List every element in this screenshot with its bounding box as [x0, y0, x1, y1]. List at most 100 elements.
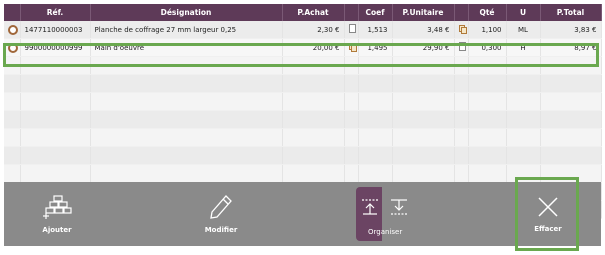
- empty-cell: [540, 92, 602, 111]
- empty-cell: [344, 128, 359, 147]
- empty-cell: [454, 164, 469, 183]
- empty-cell: [90, 146, 283, 165]
- empty-cell: [392, 92, 455, 111]
- empty-cell: [540, 146, 602, 165]
- organize-label: Organiser: [368, 228, 403, 236]
- col-coef-header[interactable]: Coef: [358, 4, 393, 21]
- pencil-icon: [210, 195, 232, 219]
- empty-cell: [282, 110, 345, 129]
- empty-cell: [4, 110, 21, 129]
- add-button[interactable]: Ajouter: [32, 182, 82, 246]
- empty-cell: [392, 128, 455, 147]
- empty-cell: [90, 92, 283, 111]
- empty-cell: [344, 110, 359, 129]
- empty-cell: [90, 110, 283, 129]
- add-label: Ajouter: [42, 226, 72, 234]
- empty-cell: [392, 164, 455, 183]
- col-qty-header[interactable]: Qté: [468, 4, 507, 21]
- col-ref-header[interactable]: Réf.: [20, 4, 91, 21]
- empty-cell: [358, 146, 393, 165]
- col-unit-note-header: [454, 4, 469, 21]
- radio-dot-icon[interactable]: [8, 24, 18, 35]
- empty-cell: [454, 146, 469, 165]
- col-unit-header[interactable]: U: [506, 4, 541, 21]
- empty-cell: [4, 128, 21, 147]
- empty-cell: [392, 74, 455, 93]
- empty-cell: [468, 164, 507, 183]
- empty-cell: [468, 110, 507, 129]
- total-cell: 3,83 €: [540, 21, 602, 39]
- empty-cell: [282, 128, 345, 147]
- unit-cell: ML: [506, 21, 541, 39]
- empty-table-row: [4, 146, 602, 165]
- empty-cell: [540, 74, 602, 93]
- document-icon[interactable]: [348, 24, 356, 33]
- unit-price-cell: 3,48 €: [392, 21, 455, 39]
- empty-cell: [344, 164, 359, 183]
- empty-cell: [506, 128, 541, 147]
- empty-cell: [344, 92, 359, 111]
- col-total-header[interactable]: P.Total: [540, 4, 602, 21]
- empty-cell: [90, 164, 283, 183]
- selected-row-highlight: [3, 43, 599, 67]
- empty-cell: [282, 92, 345, 111]
- empty-cell: [506, 92, 541, 111]
- empty-table-row: [4, 74, 602, 93]
- empty-table-row: [4, 128, 602, 147]
- unit-price-copy-cell[interactable]: [454, 21, 469, 39]
- empty-table-row: [4, 164, 602, 183]
- empty-cell: [20, 110, 91, 129]
- empty-cell: [20, 164, 91, 183]
- empty-cell: [540, 128, 602, 147]
- empty-cell: [4, 92, 21, 111]
- ref-cell: 1477110000003: [20, 21, 91, 39]
- empty-cell: [20, 128, 91, 147]
- move-up-icon[interactable]: [360, 197, 380, 217]
- empty-cell: [454, 74, 469, 93]
- empty-cell: [282, 164, 345, 183]
- col-purchase-price-header[interactable]: P.Achat: [282, 4, 345, 21]
- empty-cell: [20, 74, 91, 93]
- empty-cell: [468, 128, 507, 147]
- empty-cell: [358, 164, 393, 183]
- empty-cell: [454, 128, 469, 147]
- empty-cell: [344, 74, 359, 93]
- empty-cell: [20, 146, 91, 165]
- empty-cell: [454, 110, 469, 129]
- empty-cell: [454, 92, 469, 111]
- empty-cell: [392, 110, 455, 129]
- add-bricks-icon: [43, 195, 72, 219]
- col-designation-header[interactable]: Désignation: [90, 4, 283, 21]
- qty-cell: 1,100: [468, 21, 507, 39]
- move-down-icon[interactable]: [389, 197, 409, 217]
- empty-cell: [468, 74, 507, 93]
- designation-cell: Planche de coffrage 27 mm largeur 0,25: [90, 21, 283, 39]
- table-row[interactable]: 1477110000003 Planche de coffrage 27 mm …: [4, 21, 602, 39]
- empty-cell: [468, 146, 507, 165]
- empty-cell: [4, 164, 21, 183]
- organize-button[interactable]: Organiser: [356, 187, 414, 241]
- empty-cell: [282, 74, 345, 93]
- table-header-row: Réf. Désignation P.Achat Coef P.Unitaire…: [4, 4, 602, 21]
- empty-cell: [392, 146, 455, 165]
- empty-cell: [506, 146, 541, 165]
- empty-cell: [90, 128, 283, 147]
- col-unit-price-header[interactable]: P.Unitaire: [392, 4, 455, 21]
- col-select-header: [4, 4, 21, 21]
- edit-button[interactable]: Modifier: [196, 182, 246, 246]
- empty-cell: [358, 74, 393, 93]
- edit-label: Modifier: [204, 226, 238, 234]
- empty-cell: [358, 110, 393, 129]
- empty-cell: [540, 110, 602, 129]
- empty-cell: [90, 74, 283, 93]
- copy-icon[interactable]: [458, 25, 467, 34]
- purchase-note-cell[interactable]: [344, 21, 359, 39]
- row-select-cell[interactable]: [4, 21, 21, 39]
- bottom-toolbar: Ajouter Modifier Organiser Effacer: [4, 182, 601, 246]
- empty-cell: [358, 92, 393, 111]
- empty-cell: [4, 74, 21, 93]
- empty-cell: [506, 74, 541, 93]
- purchase-price-cell: 2,30 €: [282, 21, 345, 39]
- empty-cell: [282, 146, 345, 165]
- empty-cell: [20, 92, 91, 111]
